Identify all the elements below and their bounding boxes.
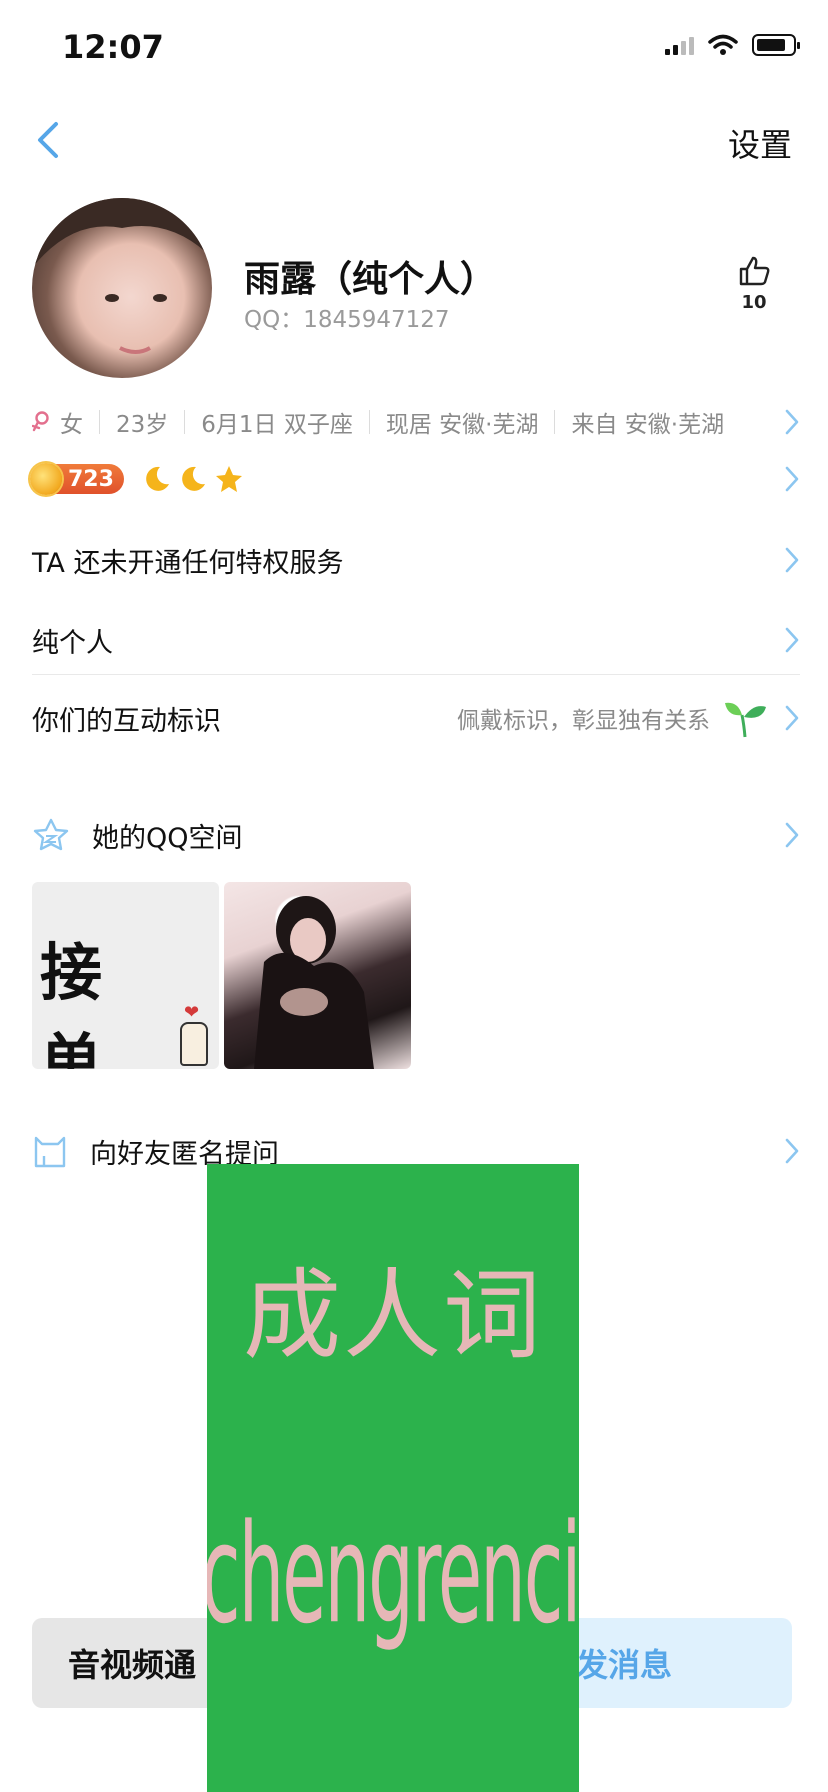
chevron-right-icon xyxy=(785,466,799,492)
divider xyxy=(554,410,556,434)
back-chevron-icon[interactable] xyxy=(30,118,66,162)
battery-icon xyxy=(752,34,800,56)
sprout-icon xyxy=(725,702,766,738)
privilege-text: TA 还未开通任何特权服务 xyxy=(32,547,344,579)
profile-name: 雨露（纯个人） xyxy=(244,259,497,300)
qzone-title: 她的QQ空间 xyxy=(92,822,243,854)
status-icons xyxy=(665,34,800,56)
photo-portrait xyxy=(254,896,374,1069)
settings-button[interactable]: 设置 xyxy=(728,120,792,166)
finger-heart-icon xyxy=(180,1022,208,1066)
level-row[interactable]: 723 xyxy=(30,460,800,498)
chevron-right-icon xyxy=(785,705,799,731)
chevron-right-icon xyxy=(785,409,799,435)
coin-icon xyxy=(30,463,62,495)
gender-text: 女 xyxy=(60,412,83,438)
divider xyxy=(32,674,800,675)
female-icon xyxy=(32,411,49,432)
star-icon xyxy=(215,466,242,492)
avatar[interactable] xyxy=(32,198,212,378)
qzone-row[interactable]: 她的QQ空间 xyxy=(32,810,800,860)
profile-info-row[interactable]: 女 23岁 6月1日 双子座 现居 安徽·芜湖 来自 安徽·芜湖 xyxy=(32,404,800,440)
level-value: 723 xyxy=(68,466,114,492)
avatar-portrait xyxy=(32,198,212,354)
moon-icon xyxy=(146,466,169,491)
age-text: 23岁 xyxy=(116,412,169,438)
divider xyxy=(99,410,100,434)
qq-number: QQ：1845947127 xyxy=(244,307,450,333)
interaction-label: 你们的互动标识 xyxy=(32,705,221,737)
signature-row[interactable]: 纯个人 xyxy=(32,618,800,662)
chevron-right-icon xyxy=(785,627,799,653)
divider xyxy=(184,410,186,434)
birthday-text: 6月1日 双子座 xyxy=(201,412,353,438)
residence-text: 现居 安徽·芜湖 xyxy=(385,412,539,438)
level-badge: 723 xyxy=(30,463,124,495)
chevron-right-icon xyxy=(785,547,799,573)
thumbs-up-icon xyxy=(739,256,770,286)
interaction-hint: 佩戴标识，彰显独有关系 xyxy=(457,708,710,734)
watermark-overlay: 成人词 chengrenci.com xyxy=(207,1164,579,1792)
level-icons xyxy=(142,464,244,494)
status-time: 12:07 xyxy=(62,28,164,66)
signal-icon xyxy=(665,35,694,55)
signature-text: 纯个人 xyxy=(32,627,113,659)
watermark-text: 成人词 xyxy=(242,1259,543,1373)
heart-icon: ❤ xyxy=(184,1002,200,1023)
interaction-mark-row[interactable]: 你们的互动标识 佩戴标识，彰显独有关系 xyxy=(32,696,800,740)
like-count: 10 xyxy=(741,292,767,313)
anon-cat-icon xyxy=(34,1136,66,1168)
chevron-right-icon xyxy=(785,822,799,848)
chevron-right-icon xyxy=(785,1138,799,1164)
send-message-label: 发消息 xyxy=(575,1646,672,1684)
hometown-text: 来自 安徽·芜湖 xyxy=(571,412,725,438)
qzone-star-icon xyxy=(33,818,69,851)
like-button[interactable]: 10 xyxy=(738,256,770,313)
privilege-row[interactable]: TA 还未开通任何特权服务 xyxy=(32,538,800,582)
moon-icon xyxy=(182,466,205,491)
watermark-url: chengrenci.com xyxy=(207,1494,579,1654)
av-call-label: 音视频通 xyxy=(68,1646,197,1684)
divider xyxy=(368,410,370,434)
wifi-icon xyxy=(708,34,738,55)
qzone-photo[interactable]: 接 单 ❤ xyxy=(32,882,219,1069)
qzone-photo[interactable] xyxy=(224,882,411,1069)
